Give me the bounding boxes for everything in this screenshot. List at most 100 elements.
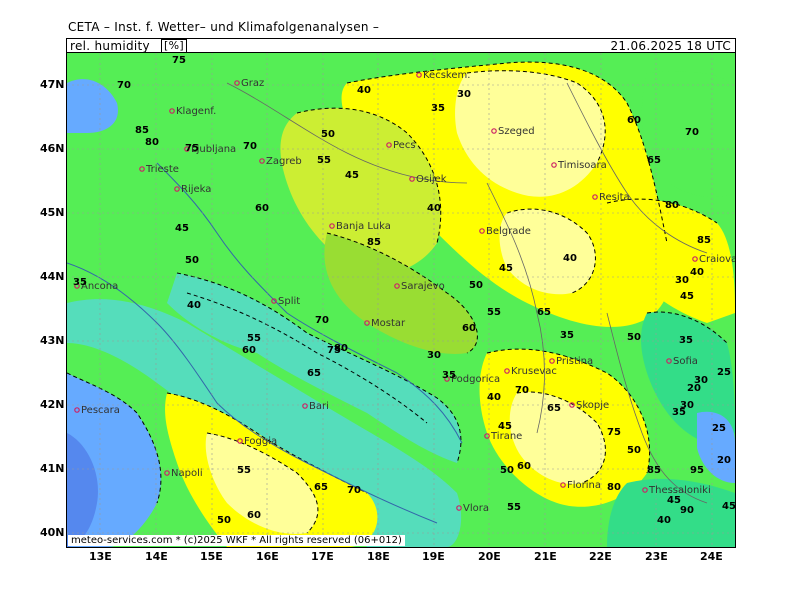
city-label: Szeged bbox=[498, 126, 535, 137]
contour-value-label: 65 bbox=[647, 155, 661, 166]
city-label: Split bbox=[278, 296, 300, 307]
contour-value-label: 85 bbox=[647, 465, 661, 476]
valid-time: 21.06.2025 18 UTC bbox=[610, 39, 731, 53]
city-label: Podgorica bbox=[451, 374, 500, 385]
copyright-notice: meteo-services.com * (c)2025 WKF * All r… bbox=[68, 535, 405, 546]
lon-label-22e: 22E bbox=[589, 550, 612, 563]
lat-label-45n: 45N bbox=[40, 206, 65, 219]
contour-value-label: 60 bbox=[255, 203, 269, 214]
city-skopje: Skopje bbox=[569, 400, 609, 411]
city-kecskem: Kecskem. bbox=[416, 70, 470, 81]
city-foggia: Foggia bbox=[237, 436, 277, 447]
city-label: Zagreb bbox=[266, 156, 302, 167]
contour-value-label: 75 bbox=[607, 427, 621, 438]
contour-value-label: 20 bbox=[717, 455, 731, 466]
lon-label-18e: 18E bbox=[367, 550, 390, 563]
lat-label-40n: 40N bbox=[40, 526, 65, 539]
contour-value-label: 25 bbox=[712, 423, 726, 434]
city-trieste: Trieste bbox=[139, 164, 179, 175]
city-label: Florina bbox=[567, 480, 601, 491]
parameter-bar: rel. humidity [%] 21.06.2025 18 UTC bbox=[66, 38, 736, 53]
contour-value-label: 70 bbox=[243, 141, 257, 152]
city-rijeka: Rijeka bbox=[174, 184, 211, 195]
contour-value-label: 85 bbox=[697, 235, 711, 246]
city-sarajevo: Sarajevo bbox=[394, 281, 445, 292]
contour-value-label: 45 bbox=[498, 421, 512, 432]
contour-value-label: 80 bbox=[334, 343, 348, 354]
city-timisoara: Timisoara bbox=[551, 160, 607, 171]
city-label: Timisoara bbox=[557, 160, 607, 171]
contour-value-label: 50 bbox=[217, 515, 231, 526]
lat-label-47n: 47N bbox=[40, 78, 65, 91]
contour-value-label: 55 bbox=[487, 307, 501, 318]
city-pristina: Pristina bbox=[549, 356, 593, 367]
lat-label-43n: 43N bbox=[40, 334, 65, 347]
city-florina: Florina bbox=[560, 480, 601, 491]
city-belgrade: Belgrade bbox=[479, 226, 531, 237]
humidity-map[interactable]: Graz Klagenf. Ljubljana Zagreb Trieste Rijeka… bbox=[66, 52, 736, 548]
contour-value-label: 45 bbox=[499, 263, 513, 274]
contour-value-label: 50 bbox=[500, 465, 514, 476]
contour-value-label: 45 bbox=[667, 495, 681, 506]
contour-value-label: 80 bbox=[665, 200, 679, 211]
lat-label-44n: 44N bbox=[40, 270, 65, 283]
contour-value-label: 30 bbox=[427, 350, 441, 361]
contour-value-label: 35 bbox=[560, 330, 574, 341]
city-banja-luka: Banja Luka bbox=[329, 221, 391, 232]
contour-value-label: 65 bbox=[314, 482, 328, 493]
contour-value-label: 70 bbox=[515, 385, 529, 396]
contour-value-label: 65 bbox=[307, 368, 321, 379]
lon-label-19e: 19E bbox=[422, 550, 445, 563]
unit-label: [%] bbox=[161, 39, 187, 53]
city-label: Vlora bbox=[463, 503, 489, 514]
city-label: Tirane bbox=[490, 431, 522, 442]
contour-value-label: 35 bbox=[442, 370, 456, 381]
city-krusevac: Krusevac bbox=[504, 366, 557, 377]
city-label: Pecs bbox=[393, 140, 416, 151]
city-label: Klagenf. bbox=[176, 106, 216, 117]
lon-label-20e: 20E bbox=[478, 550, 501, 563]
humidity-field: GrazKlagenf.LjubljanaZagrebTriesteRijeka… bbox=[67, 53, 735, 547]
contour-value-label: 70 bbox=[315, 315, 329, 326]
contour-value-label: 65 bbox=[547, 403, 561, 414]
contour-value-label: 55 bbox=[247, 333, 261, 344]
contour-value-label: 55 bbox=[507, 502, 521, 513]
contour-value-label: 55 bbox=[317, 155, 331, 166]
contour-value-label: 90 bbox=[680, 505, 694, 516]
contour-value-label: 50 bbox=[321, 129, 335, 140]
lon-label-16e: 16E bbox=[256, 550, 279, 563]
city-label: Sofia bbox=[673, 356, 698, 367]
city-label: Rijeka bbox=[181, 184, 211, 195]
city-label: Craiova bbox=[699, 254, 735, 265]
contour-value-label: 40 bbox=[690, 267, 704, 278]
contour-value-label: 35 bbox=[73, 277, 87, 288]
city-napoli: Napoli bbox=[164, 468, 203, 479]
contour-value-label: 20 bbox=[687, 383, 701, 394]
lon-label-14e: 14E bbox=[145, 550, 168, 563]
contour-value-label: 40 bbox=[427, 203, 441, 214]
contour-value-label: 40 bbox=[657, 515, 671, 526]
city-craiova: Craiova bbox=[692, 254, 735, 265]
lon-label-21e: 21E bbox=[534, 550, 557, 563]
contour-value-label: 80 bbox=[607, 482, 621, 493]
city-resita: Resita bbox=[592, 192, 630, 203]
contour-value-label: 70 bbox=[117, 80, 131, 91]
lat-label-46n: 46N bbox=[40, 142, 65, 155]
contour-value-label: 60 bbox=[242, 345, 256, 356]
city-szeged: Szeged bbox=[491, 126, 535, 137]
city-label: Banja Luka bbox=[336, 221, 391, 232]
contour-value-label: 50 bbox=[185, 255, 199, 266]
contour-value-label: 30 bbox=[675, 275, 689, 286]
contour-value-label: 95 bbox=[690, 465, 704, 476]
contour-value-label: 60 bbox=[462, 323, 476, 334]
contour-value-label: 45 bbox=[345, 170, 359, 181]
contour-value-label: 60 bbox=[627, 115, 641, 126]
contour-value-label: 60 bbox=[247, 510, 261, 521]
parameter-label: rel. humidity bbox=[70, 39, 150, 53]
lat-label-41n: 41N bbox=[40, 462, 65, 475]
contour-value-label: 45 bbox=[680, 291, 694, 302]
city-label: Belgrade bbox=[486, 226, 531, 237]
contour-value-label: 55 bbox=[237, 465, 251, 476]
city-label: Kecskem. bbox=[423, 70, 470, 81]
contour-value-label: 45 bbox=[722, 501, 735, 512]
